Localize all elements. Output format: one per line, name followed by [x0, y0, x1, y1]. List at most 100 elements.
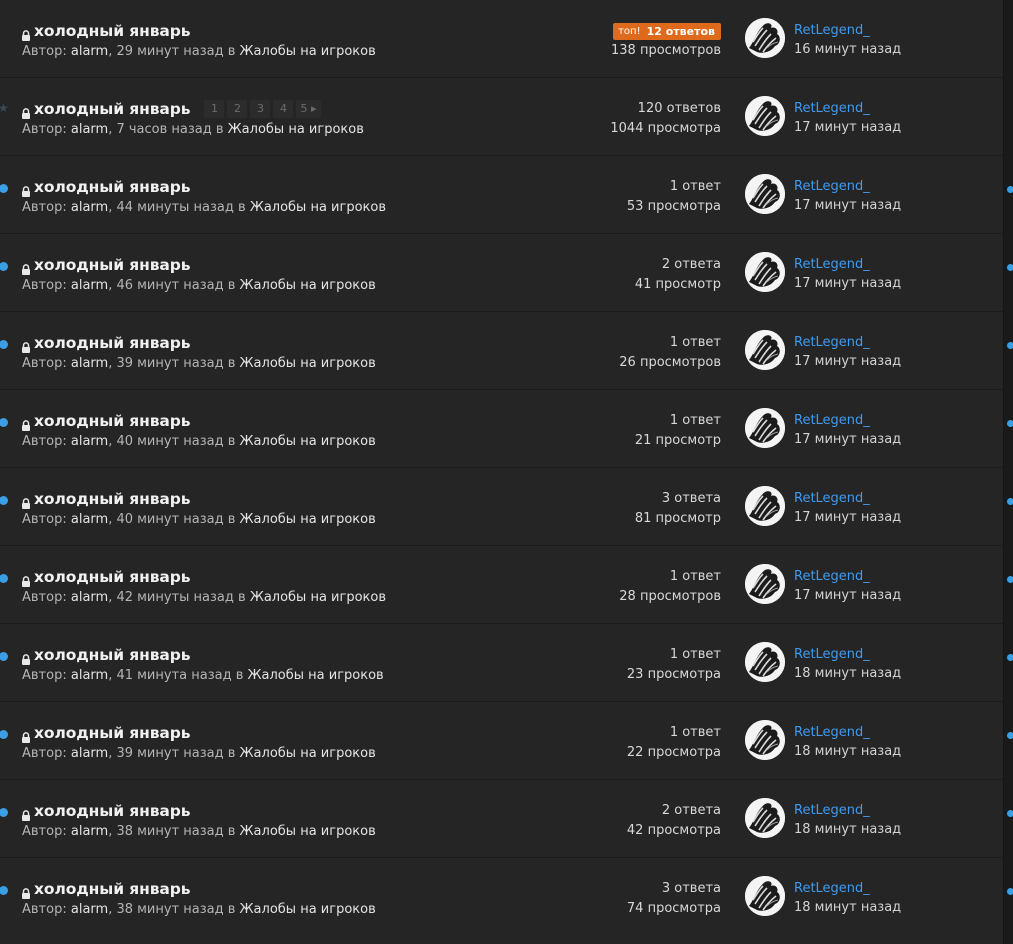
last-post-user-link[interactable]: RetLegend_: [794, 567, 901, 586]
avatar[interactable]: [745, 876, 785, 916]
topic-row[interactable]: холодный январь Автор: alarm, 40 минут н…: [0, 468, 1013, 546]
unread-indicator: [0, 496, 8, 505]
topic-row[interactable]: ★ холодный январь 12345 ▸ Автор: alarm, …: [0, 78, 1003, 156]
topic-meta: Автор: alarm, 41 минута назад в Жалобы н…: [22, 668, 384, 683]
forum-link[interactable]: Жалобы на игроков: [240, 434, 376, 449]
author-prefix: Автор:: [22, 356, 71, 371]
topic-stats: 1 ответ 23 просмотра: [627, 645, 721, 685]
last-post-user-link[interactable]: RetLegend_: [794, 99, 901, 118]
last-post-user-link[interactable]: RetLegend_: [794, 489, 901, 508]
forum-link[interactable]: Жалобы на игроков: [240, 902, 376, 917]
last-post-user-link[interactable]: RetLegend_: [794, 801, 901, 820]
last-post-user-link[interactable]: RetLegend_: [794, 879, 901, 898]
topic-meta: Автор: alarm, 38 минут назад в Жалобы на…: [22, 902, 376, 917]
topic-stats: 3 ответа 81 просмотр: [635, 489, 721, 529]
lock-icon: [21, 26, 31, 41]
topic-title-link[interactable]: холодный январь: [34, 802, 191, 820]
replies-line: 1 ответ: [635, 411, 721, 431]
author-link[interactable]: alarm: [71, 200, 108, 215]
avatar[interactable]: [745, 486, 785, 526]
last-post-user-link[interactable]: RetLegend_: [794, 645, 901, 664]
topic-title-link[interactable]: холодный январь: [34, 412, 191, 430]
forum-link[interactable]: Жалобы на игроков: [248, 668, 384, 683]
forum-link[interactable]: Жалобы на игроков: [240, 746, 376, 761]
last-post-user-link[interactable]: RetLegend_: [794, 411, 901, 430]
forum-link[interactable]: Жалобы на игроков: [228, 122, 364, 137]
avatar[interactable]: [745, 408, 785, 448]
author-link[interactable]: alarm: [71, 824, 108, 839]
page-link[interactable]: 4: [273, 100, 294, 118]
topic-title-link[interactable]: холодный январь: [34, 490, 191, 508]
forum-link[interactable]: Жалобы на игроков: [240, 356, 376, 371]
avatar[interactable]: [745, 564, 785, 604]
topic-row[interactable]: холодный январь Автор: alarm, 42 минуты …: [0, 546, 1013, 624]
topic-title-line: холодный январь: [21, 20, 191, 42]
unread-edge-indicator: [1007, 186, 1013, 193]
topic-title-link[interactable]: холодный январь: [34, 880, 191, 898]
forum-link[interactable]: Жалобы на игроков: [240, 824, 376, 839]
replies-count: 1 ответ: [669, 647, 721, 662]
author-link[interactable]: alarm: [71, 434, 108, 449]
topic-row[interactable]: холодный январь Автор: alarm, 44 минуты …: [0, 156, 1013, 234]
forum-link[interactable]: Жалобы на игроков: [240, 512, 376, 527]
page-link[interactable]: 3: [250, 100, 271, 118]
post-age: , 38 минут назад в: [108, 902, 240, 917]
topic-title-link[interactable]: холодный январь: [34, 100, 191, 118]
topic-title-link[interactable]: холодный январь: [34, 256, 191, 274]
topic-title-link[interactable]: холодный январь: [34, 178, 191, 196]
topic-title-link[interactable]: холодный январь: [34, 22, 191, 40]
avatar[interactable]: [745, 174, 785, 214]
avatar[interactable]: [745, 252, 785, 292]
topic-row[interactable]: холодный январь Автор: alarm, 40 минут н…: [0, 390, 1013, 468]
topic-row[interactable]: холодный январь Автор: alarm, 38 минут н…: [0, 780, 1013, 858]
author-link[interactable]: alarm: [71, 590, 108, 605]
topic-row[interactable]: холодный январь Автор: alarm, 41 минута …: [0, 624, 1013, 702]
topic-meta: Автор: alarm, 42 минуты назад в Жалобы н…: [22, 590, 386, 605]
topic-title-link[interactable]: холодный январь: [34, 646, 191, 664]
author-link[interactable]: alarm: [71, 122, 108, 137]
author-link[interactable]: alarm: [71, 278, 108, 293]
post-age: , 44 минуты назад в: [108, 200, 250, 215]
last-post-user-link[interactable]: RetLegend_: [794, 333, 901, 352]
views-count: 28 просмотров: [619, 589, 721, 604]
topic-stats: 1 ответ 22 просмотра: [627, 723, 721, 763]
topic-title-link[interactable]: холодный январь: [34, 724, 191, 742]
page-link[interactable]: 1: [204, 100, 225, 118]
topic-row[interactable]: холодный январь Автор: alarm, 39 минут н…: [0, 702, 1013, 780]
last-post: RetLegend_ 17 минут назад: [794, 99, 901, 137]
topic-row[interactable]: холодный январь Автор: alarm, 38 минут н…: [0, 858, 1013, 935]
forum-link[interactable]: Жалобы на игроков: [240, 278, 376, 293]
last-post-user-link[interactable]: RetLegend_: [794, 723, 901, 742]
topic-stats: 3 ответа 74 просмотра: [627, 879, 721, 919]
avatar[interactable]: [745, 18, 785, 58]
author-link[interactable]: alarm: [71, 44, 108, 59]
topic-title-link[interactable]: холодный январь: [34, 334, 191, 352]
page-link[interactable]: 5 ▸: [296, 100, 321, 118]
avatar[interactable]: [745, 720, 785, 760]
unread-edge-indicator: [1007, 264, 1013, 271]
last-post: RetLegend_ 17 минут назад: [794, 333, 901, 371]
last-post: RetLegend_ 16 минут назад: [794, 21, 901, 59]
topic-title-link[interactable]: холодный январь: [34, 568, 191, 586]
forum-link[interactable]: Жалобы на игроков: [240, 44, 376, 59]
avatar[interactable]: [745, 96, 785, 136]
avatar[interactable]: [745, 642, 785, 682]
topic-row[interactable]: холодный январь Автор: alarm, 29 минут н…: [0, 0, 1003, 78]
topic-row[interactable]: холодный январь Автор: alarm, 39 минут н…: [0, 312, 1013, 390]
last-post-user-link[interactable]: RetLegend_: [794, 21, 901, 40]
page-link[interactable]: 2: [227, 100, 248, 118]
lock-icon: [21, 416, 31, 431]
forum-link[interactable]: Жалобы на игроков: [250, 590, 386, 605]
unread-edge-indicator: [1007, 342, 1013, 349]
author-link[interactable]: alarm: [71, 668, 108, 683]
forum-link[interactable]: Жалобы на игроков: [250, 200, 386, 215]
avatar[interactable]: [745, 798, 785, 838]
avatar[interactable]: [745, 330, 785, 370]
last-post-user-link[interactable]: RetLegend_: [794, 255, 901, 274]
author-link[interactable]: alarm: [71, 356, 108, 371]
last-post-user-link[interactable]: RetLegend_: [794, 177, 901, 196]
author-link[interactable]: alarm: [71, 902, 108, 917]
topic-row[interactable]: холодный январь Автор: alarm, 46 минут н…: [0, 234, 1013, 312]
author-link[interactable]: alarm: [71, 512, 108, 527]
author-link[interactable]: alarm: [71, 746, 108, 761]
